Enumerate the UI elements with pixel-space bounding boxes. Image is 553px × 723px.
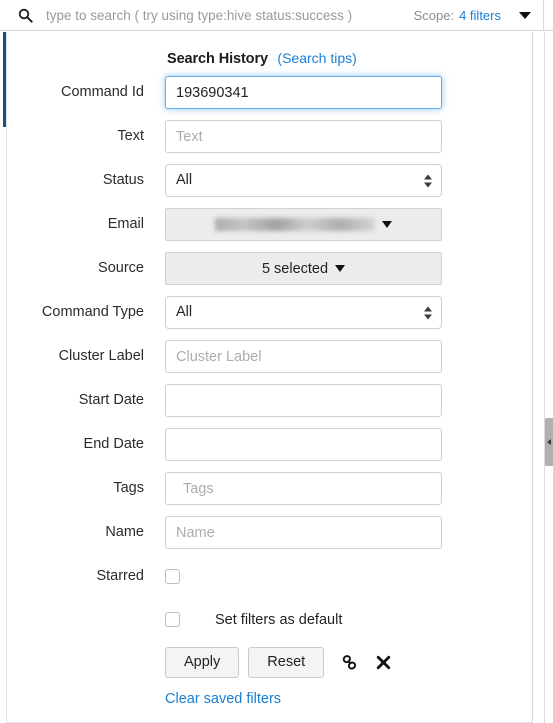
label-end-date: End Date — [83, 436, 144, 452]
field-row-starred: Starred — [7, 560, 532, 604]
field-wrap-tags — [144, 472, 532, 505]
label-status: Status — [102, 172, 144, 188]
command-type-select[interactable]: All — [165, 296, 442, 329]
search-icon — [18, 8, 33, 23]
label-text: Text — [117, 128, 144, 144]
field-row-start-date: Start Date — [7, 384, 532, 428]
panel-collapse-handle[interactable] — [545, 418, 553, 466]
field-row-end-date: End Date — [7, 428, 532, 472]
label-name: Name — [105, 524, 144, 540]
status-select-value: All — [176, 172, 193, 188]
field-row-email: Email — [7, 208, 532, 252]
field-row-status: Status All — [7, 164, 532, 208]
chevron-down-icon — [382, 221, 392, 228]
clear-saved-filters-link[interactable]: Clear saved filters — [165, 691, 281, 707]
command-id-input[interactable] — [165, 76, 442, 109]
field-row-command-type: Command Type All — [7, 296, 532, 340]
field-row-cluster-label: Cluster Label — [7, 340, 532, 384]
label-start-date: Start Date — [78, 392, 144, 408]
field-wrap-email — [144, 208, 532, 241]
filter-form: Command Id Text Status All — [7, 76, 532, 708]
set-default-row: Set filters as default — [7, 604, 532, 635]
scope-label: Scope: — [413, 7, 455, 23]
field-row-command-id: Command Id — [7, 76, 532, 120]
field-row-source: Source 5 selected — [7, 252, 532, 296]
field-row-name: Name — [7, 516, 532, 560]
select-arrows-icon — [424, 174, 432, 187]
apply-button[interactable]: Apply — [165, 647, 240, 678]
page-title: Search History — [167, 51, 268, 67]
field-wrap-end-date — [144, 428, 532, 461]
source-value: 5 selected — [261, 260, 329, 277]
email-dropdown[interactable] — [165, 208, 442, 241]
starred-checkbox[interactable] — [165, 569, 180, 584]
field-wrap-source: 5 selected — [144, 252, 532, 285]
field-wrap-start-date — [144, 384, 532, 417]
global-search-bar: Scope: 4 filters — [0, 0, 543, 31]
action-buttons-row: Apply Reset — [7, 647, 532, 678]
label-source: Source — [98, 260, 144, 276]
field-row-text: Text — [7, 120, 532, 164]
text-input[interactable] — [165, 120, 442, 153]
label-starred: Starred — [96, 568, 144, 584]
field-wrap-starred — [144, 560, 532, 584]
field-wrap-command-type: All — [144, 296, 532, 329]
panel-header: Search History (Search tips) — [7, 50, 532, 68]
field-wrap-name — [144, 516, 532, 549]
field-wrap-cluster-label — [144, 340, 532, 373]
field-wrap-command-id — [144, 76, 532, 109]
chevron-down-icon — [335, 265, 346, 272]
search-tips-link[interactable]: (Search tips) — [277, 50, 356, 66]
field-row-tags: Tags — [7, 472, 532, 516]
label-cluster-label: Cluster Label — [58, 348, 144, 364]
end-date-input[interactable] — [165, 428, 442, 461]
left-rail — [0, 32, 3, 723]
select-arrows-icon — [424, 306, 432, 319]
search-history-panel: Search History (Search tips) Command Id … — [7, 32, 533, 723]
field-wrap-status: All — [144, 164, 532, 197]
link-icon[interactable] — [339, 652, 359, 674]
reset-button[interactable]: Reset — [248, 647, 325, 678]
chevron-right-icon — [547, 439, 551, 445]
command-type-select-value: All — [176, 304, 193, 320]
label-command-id: Command Id — [60, 84, 144, 100]
clear-saved-filters-row: Clear saved filters — [7, 690, 532, 708]
set-default-checkbox[interactable] — [165, 612, 180, 627]
field-wrap-text — [144, 120, 532, 153]
label-tags: Tags — [113, 480, 144, 496]
label-command-type: Command Type — [41, 304, 144, 320]
app-root: Scope: 4 filters Search History (Search … — [0, 0, 553, 723]
close-icon[interactable] — [373, 652, 393, 674]
scope-control: Scope: 4 filters — [414, 8, 531, 23]
start-date-input[interactable] — [165, 384, 442, 417]
source-multiselect[interactable]: 5 selected — [165, 252, 442, 285]
status-select[interactable]: All — [165, 164, 442, 197]
tags-input[interactable] — [165, 472, 442, 505]
right-gutter-divider — [544, 32, 545, 723]
name-input[interactable] — [165, 516, 442, 549]
email-value-redacted — [215, 218, 375, 231]
search-input[interactable] — [46, 5, 406, 25]
label-email: Email — [107, 216, 144, 232]
cluster-label-input[interactable] — [165, 340, 442, 373]
searchbar-right-gap — [543, 0, 553, 31]
set-default-label: Set filters as default — [215, 611, 343, 628]
scope-filters-link[interactable]: 4 filters — [459, 8, 501, 23]
chevron-down-icon[interactable] — [519, 11, 531, 19]
